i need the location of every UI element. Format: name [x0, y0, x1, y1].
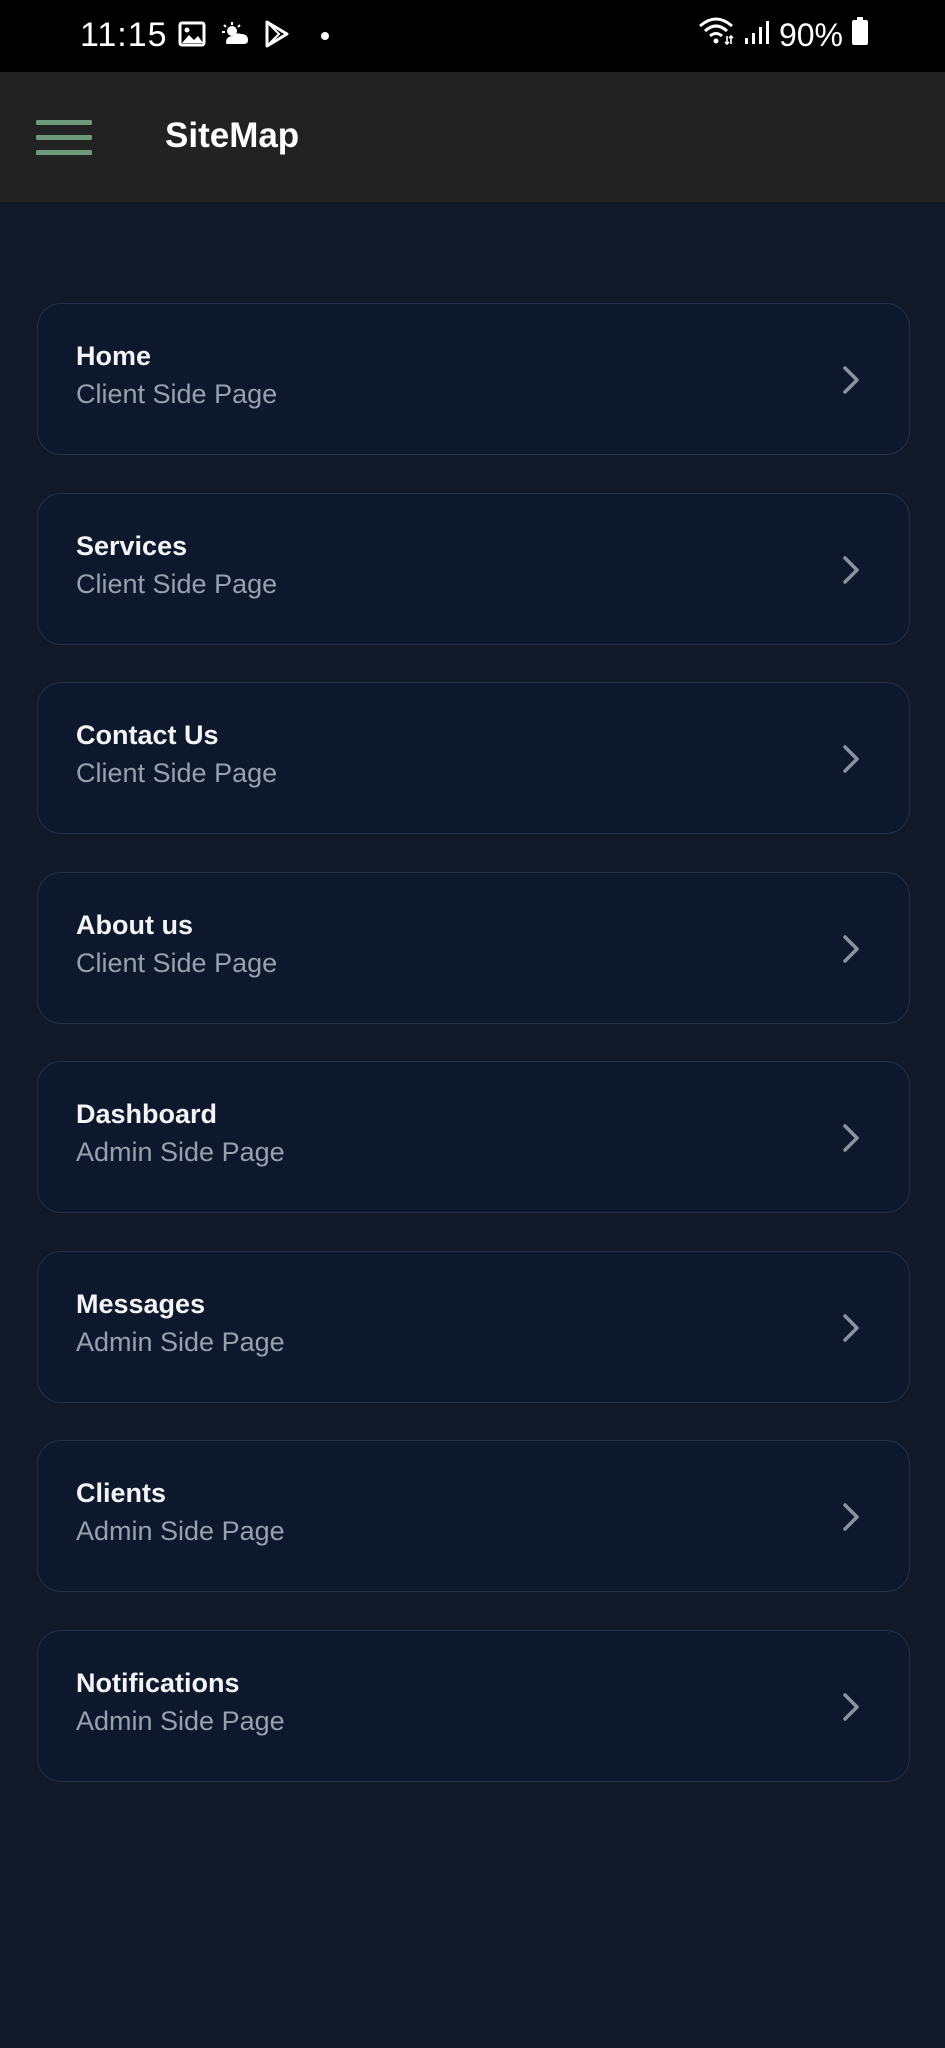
gallery-icon	[178, 21, 206, 52]
chevron-right-icon	[843, 366, 859, 394]
chevron-right-icon	[843, 1313, 859, 1342]
sitemap-item-messages[interactable]: Messages Admin Side Page	[37, 1250, 910, 1403]
chevron-right-icon	[843, 1124, 859, 1152]
item-subtitle: Admin Side Page	[76, 1705, 285, 1736]
sitemap-list: Home Client Side Page Services Client Si…	[37, 303, 910, 1819]
item-title: Services	[76, 530, 188, 561]
chevron-right-icon	[843, 1503, 859, 1531]
battery-icon	[851, 16, 869, 54]
chevron-right-icon	[843, 934, 859, 963]
signal-icon	[743, 17, 771, 54]
sitemap-item-services[interactable]: Services Client Side Page	[37, 492, 910, 645]
chevron-right-icon	[843, 1692, 859, 1721]
app-bar: SiteMap	[0, 72, 945, 202]
chevron-right-icon	[843, 745, 859, 773]
sitemap-item-contact-us[interactable]: Contact Us Client Side Page	[37, 682, 910, 834]
item-title: Contact Us	[76, 720, 219, 750]
item-title: Notifications	[76, 1667, 240, 1698]
item-title: Messages	[76, 1288, 206, 1319]
status-time: 11:15	[80, 16, 168, 54]
sitemap-item-notifications[interactable]: Notifications Admin Side Page	[37, 1629, 910, 1782]
status-left-icons	[178, 20, 330, 53]
weather-icon	[220, 21, 250, 52]
sitemap-item-dashboard[interactable]: Dashboard Admin Side Page	[37, 1061, 910, 1213]
item-subtitle: Client Side Page	[76, 758, 278, 788]
wifi-icon	[697, 16, 735, 54]
item-subtitle: Client Side Page	[76, 568, 278, 599]
item-subtitle: Client Side Page	[76, 947, 278, 978]
status-right: 90%	[697, 16, 869, 54]
sitemap-item-about-us[interactable]: About us Client Side Page	[37, 871, 910, 1024]
play-store-icon	[264, 20, 290, 53]
item-title: About us	[76, 909, 193, 940]
status-bar: 11:15 90%	[0, 0, 945, 72]
item-title: Home	[76, 341, 152, 371]
page-title: SiteMap	[165, 116, 300, 155]
chevron-right-icon	[843, 555, 859, 584]
dot-icon	[320, 28, 330, 46]
sitemap-item-clients[interactable]: Clients Admin Side Page	[37, 1440, 910, 1592]
item-subtitle: Admin Side Page	[76, 1326, 285, 1357]
item-title: Dashboard	[76, 1099, 218, 1129]
item-subtitle: Admin Side Page	[76, 1137, 285, 1167]
item-subtitle: Client Side Page	[76, 379, 278, 409]
battery-percent: 90%	[778, 16, 843, 53]
hamburger-menu-icon[interactable]	[30, 112, 92, 164]
sitemap-item-home[interactable]: Home Client Side Page	[37, 303, 910, 455]
item-subtitle: Admin Side Page	[76, 1516, 285, 1546]
item-title: Clients	[76, 1478, 167, 1508]
